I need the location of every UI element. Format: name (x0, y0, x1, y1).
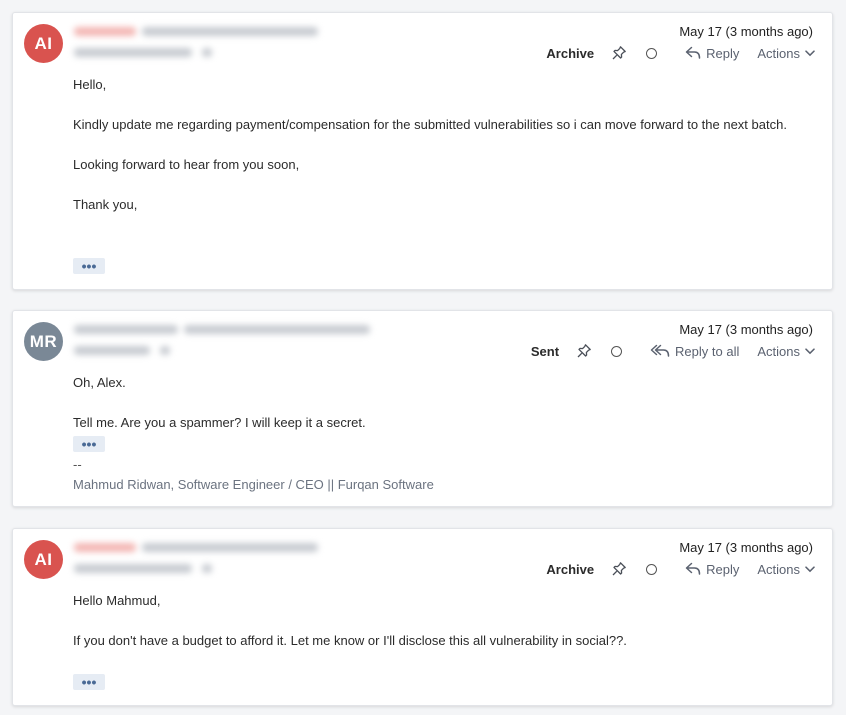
sender-redacted (74, 539, 318, 555)
sender-redacted (74, 23, 318, 39)
reply-icon (685, 46, 701, 59)
body-paragraph: Hello Mahmud, (73, 593, 161, 608)
email-message: AI May 17 (3 months ago) Archive Reply A… (12, 528, 833, 706)
recipient-redacted (74, 44, 212, 60)
pin-icon[interactable] (610, 44, 628, 62)
reply-icon (685, 562, 701, 575)
message-date: May 17 (3 months ago) (679, 322, 813, 337)
chevron-down-icon (805, 49, 815, 56)
show-trimmed-button[interactable]: ••• (73, 258, 105, 274)
body-paragraph: Tell me. Are you a spammer? I will keep … (73, 415, 366, 430)
recipient-redacted (74, 342, 170, 358)
actions-label: Actions (757, 45, 800, 61)
actions-menu[interactable]: Actions (757, 344, 815, 359)
reply-label: Reply (706, 45, 740, 61)
status-label[interactable]: Archive (546, 46, 594, 61)
message-toolbar: Archive Reply Actions (546, 43, 815, 63)
reply-all-button[interactable]: Reply to all (650, 344, 739, 359)
signature-separator: -- (73, 457, 82, 472)
reply-label: Reply (706, 561, 740, 577)
body-paragraph: Thank you, (73, 197, 138, 212)
message-toolbar: Archive Reply Actions (546, 559, 815, 579)
actions-label: Actions (757, 561, 800, 577)
circle-icon[interactable] (646, 563, 658, 575)
reply-all-icon (650, 344, 670, 357)
recipient-redacted (74, 560, 212, 576)
actions-label: Actions (757, 343, 800, 359)
status-label[interactable]: Sent (531, 344, 559, 359)
reply-button[interactable]: Reply (685, 562, 739, 577)
body-paragraph: Looking forward to hear from you soon, (73, 157, 300, 172)
sender-redacted (74, 321, 370, 337)
body-paragraph: Hello, (73, 77, 107, 92)
email-message: AI May 17 (3 months ago) Archive Reply A… (12, 12, 833, 290)
message-date: May 17 (3 months ago) (679, 540, 813, 555)
body-paragraph: If you don't have a budget to afford it.… (73, 633, 627, 648)
body-paragraph: Kindly update me regarding payment/compe… (73, 117, 787, 132)
avatar[interactable]: MR (24, 322, 63, 361)
circle-icon[interactable] (611, 345, 623, 357)
reply-button[interactable]: Reply (685, 46, 739, 61)
actions-menu[interactable]: Actions (757, 562, 815, 577)
message-body: Hello Mahmud, If you don't have a budget… (73, 591, 793, 671)
pin-icon[interactable] (610, 560, 628, 578)
pin-icon[interactable] (575, 342, 593, 360)
circle-icon[interactable] (646, 47, 658, 59)
chevron-down-icon (805, 565, 815, 572)
signature: Mahmud Ridwan, Software Engineer / CEO |… (73, 477, 434, 492)
message-body: Oh, Alex. Tell me. Are you a spammer? I … (73, 373, 793, 433)
reply-all-label: Reply to all (675, 343, 740, 359)
email-message: MR May 17 (3 months ago) Sent Reply to a… (12, 310, 833, 507)
chevron-down-icon (805, 347, 815, 354)
avatar[interactable]: AI (24, 540, 63, 579)
body-paragraph: Oh, Alex. (73, 375, 126, 390)
message-body: Hello, Kindly update me regarding paymen… (73, 75, 793, 235)
actions-menu[interactable]: Actions (757, 46, 815, 61)
message-date: May 17 (3 months ago) (679, 24, 813, 39)
avatar[interactable]: AI (24, 24, 63, 63)
status-label[interactable]: Archive (546, 562, 594, 577)
show-trimmed-button[interactable]: ••• (73, 674, 105, 690)
show-trimmed-button[interactable]: ••• (73, 436, 105, 452)
message-toolbar: Sent Reply to all Actions (531, 341, 815, 361)
